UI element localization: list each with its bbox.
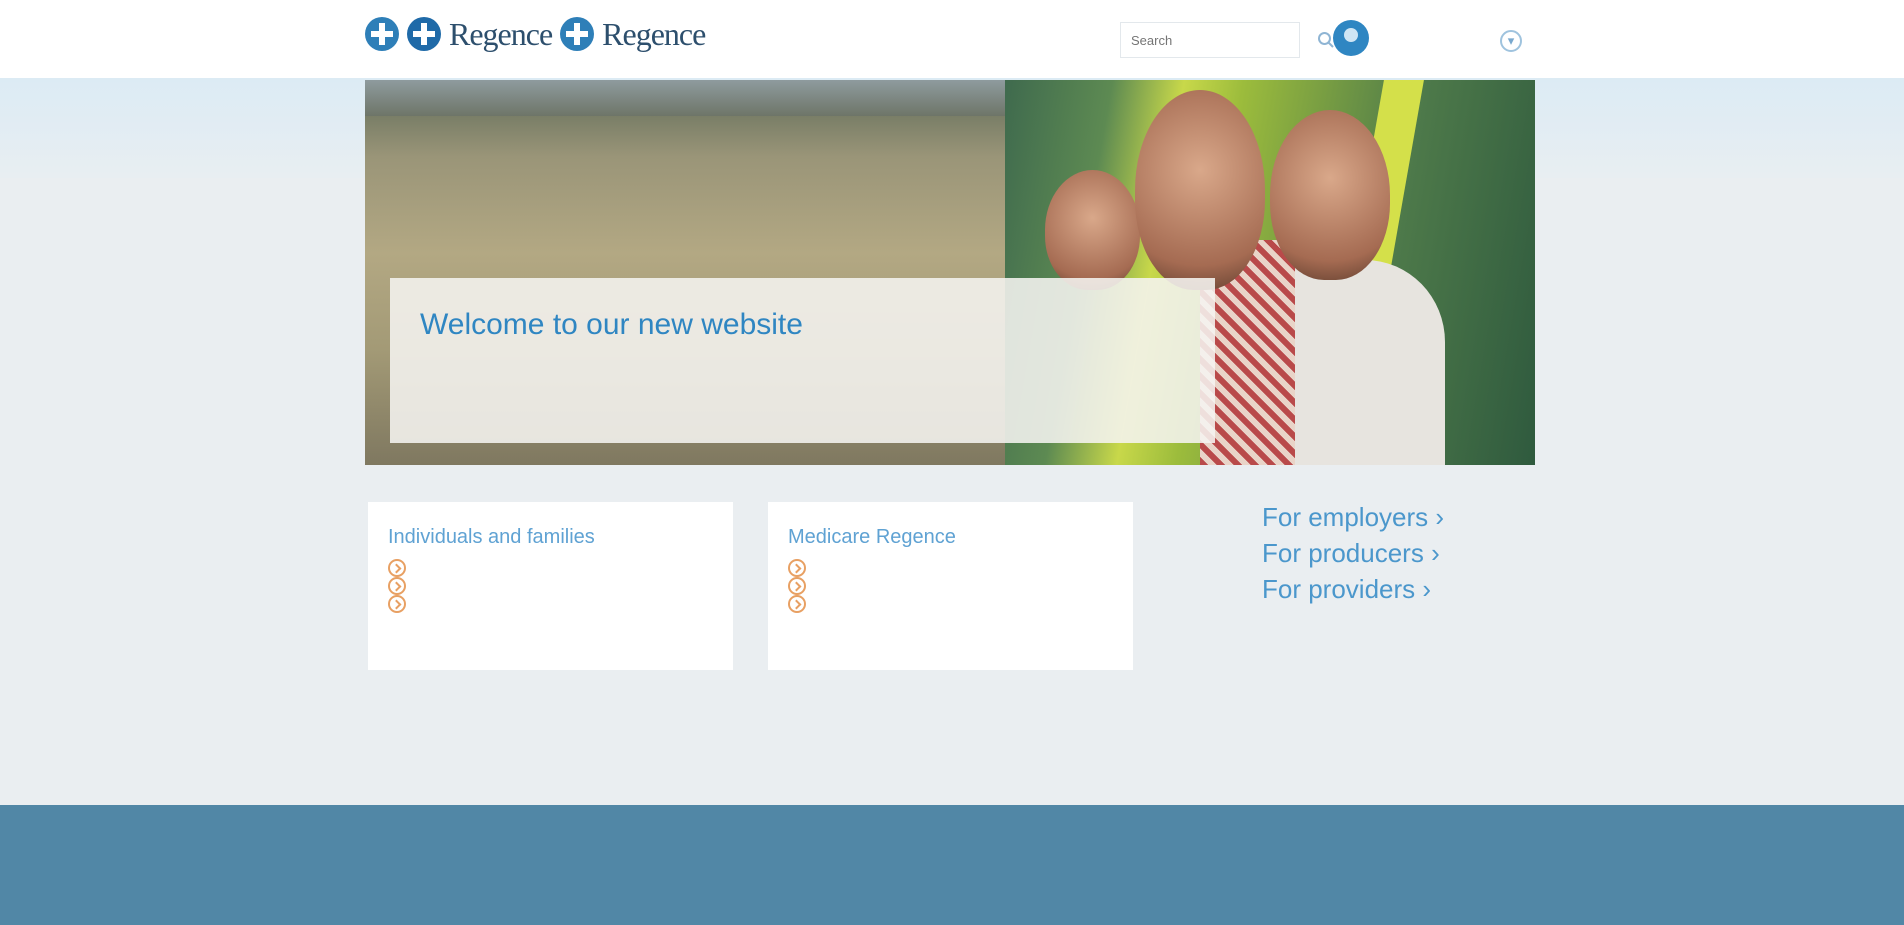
card-title[interactable]: Medicare Regence: [788, 526, 1113, 549]
account-menu[interactable]: [1333, 20, 1379, 56]
link-producers[interactable]: For producers ›: [1262, 538, 1444, 568]
list-item[interactable]: [788, 559, 1113, 577]
list-item[interactable]: [788, 577, 1113, 595]
hero-person-mother: [1270, 110, 1390, 280]
header-inner: Regence Regence ▾: [365, 0, 1535, 78]
cross-logo-icon: [560, 17, 595, 51]
hero-title: Welcome to our new website: [420, 308, 803, 341]
site-footer: [0, 805, 1904, 925]
link-providers[interactable]: For providers ›: [1262, 574, 1444, 604]
audience-links: For employers › For producers › For prov…: [1262, 502, 1444, 604]
chevron-right-icon: [388, 595, 406, 613]
avatar[interactable]: [1333, 20, 1369, 56]
card-individuals: Individuals and families: [368, 502, 733, 670]
logo-text: Regence: [449, 15, 553, 52]
chevron-right-icon: [788, 595, 806, 613]
chevron-down-icon[interactable]: ▾: [1500, 30, 1522, 52]
link-employers[interactable]: For employers ›: [1262, 502, 1444, 532]
chevron-right-icon: [388, 559, 406, 577]
card-medicare: Medicare Regence: [768, 502, 1133, 670]
list-item[interactable]: [388, 559, 713, 577]
card-link-list: [388, 559, 713, 613]
cross-logo-icon: [407, 17, 441, 51]
hero-message-card: Welcome to our new website: [390, 278, 1215, 443]
hero-person-father: [1135, 90, 1265, 290]
list-item[interactable]: [388, 577, 713, 595]
logo-text-secondary: Regence: [602, 15, 706, 52]
card-title[interactable]: Individuals and families: [388, 526, 713, 549]
chevron-right-icon: [788, 559, 806, 577]
hero-banner: Welcome to our new website: [365, 80, 1535, 465]
site-header: Regence Regence ▾: [0, 0, 1904, 78]
chevron-right-icon: [388, 577, 406, 595]
hero-person-child: [1045, 170, 1140, 290]
search-box[interactable]: [1120, 22, 1334, 58]
logo[interactable]: Regence Regence: [365, 12, 706, 56]
list-item[interactable]: [788, 595, 1113, 613]
list-item[interactable]: [388, 595, 713, 613]
cross-logo-icon: [365, 17, 399, 51]
search-input[interactable]: [1121, 23, 1317, 57]
card-link-list: [788, 559, 1113, 613]
chevron-right-icon: [788, 577, 806, 595]
